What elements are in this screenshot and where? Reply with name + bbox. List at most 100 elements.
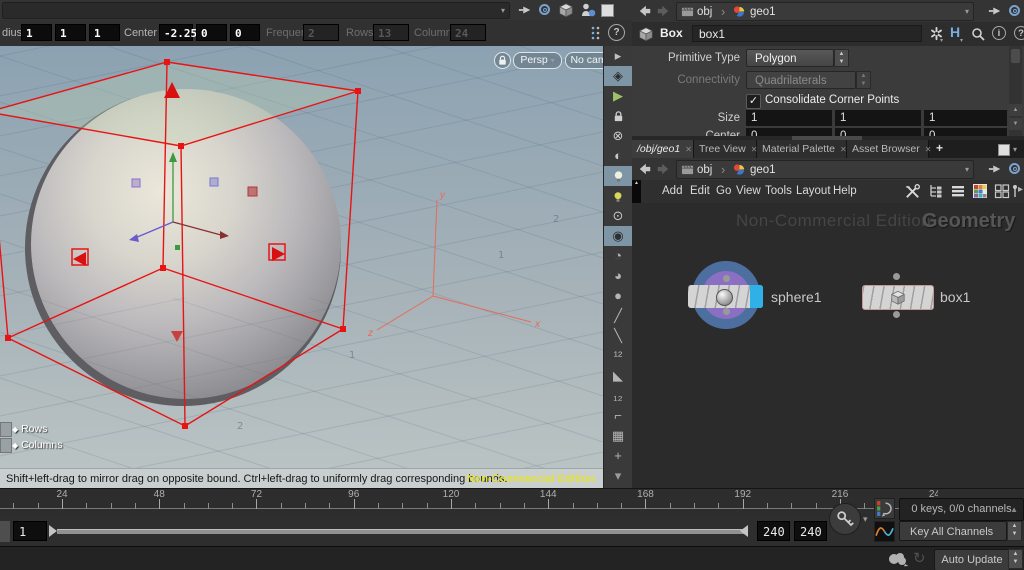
secure-selection-icon[interactable]: ▶ [604,86,632,106]
toolbar-overflow-icon[interactable]: ▸ [1018,184,1023,195]
display-options-icon[interactable]: ◔ [604,246,632,266]
info-icon[interactable]: i [992,26,1006,40]
center-y-field[interactable]: 0 [835,128,921,136]
pane-splitter-handle[interactable]: ▲ [632,180,641,203]
tree-list-icon[interactable] [928,183,944,199]
toolbar-expand-icon[interactable]: ▸ [604,46,632,66]
menu-layout[interactable]: Layout [796,180,831,203]
scrollbar-grip[interactable] [1011,49,1020,63]
close-icon[interactable]: ✕ [685,145,692,154]
list-view-icon[interactable] [950,183,966,199]
node-input-connector[interactable] [893,273,900,280]
radial-menu-icon[interactable] [1009,163,1020,174]
lock-camera-button[interactable] [494,52,511,69]
forward-arrow-icon[interactable] [656,162,670,176]
operation-combo[interactable]: ▾ [2,2,510,19]
node-output-connector[interactable] [893,311,900,318]
forward-arrow-icon[interactable] [656,4,670,18]
node-box1-label[interactable]: box1 [940,289,970,305]
lock-handle-icon[interactable] [604,106,632,126]
help-icon[interactable]: ? [608,24,625,41]
scroll-down-icon[interactable]: ▼ [1009,118,1022,130]
collapse-up-icon[interactable]: ▲ [1010,499,1018,520]
node-sphere1-label[interactable]: sphere1 [771,289,822,305]
key-mode-select[interactable]: Key All Channels [899,521,1007,541]
autokey-mode-icon[interactable] [874,498,895,519]
tab-material-palette[interactable]: Material Palette ✕ [757,140,847,158]
high-quality-lighting-icon[interactable]: ⊙ [604,206,632,226]
new-tab-button[interactable]: + [936,141,943,155]
select-spinner[interactable]: ▲ ▼ [1008,549,1023,569]
pin-icon[interactable] [518,3,532,17]
center-x-field[interactable]: -2.258 [159,24,204,41]
size-y-field[interactable]: 1 [835,110,921,126]
close-icon[interactable]: ✕ [840,145,847,154]
display-flag[interactable] [750,285,763,308]
menu-view[interactable]: View [736,180,761,203]
size-z-field[interactable]: 1 [924,110,1007,126]
primitive-numbers-icon[interactable]: ₁₂ [604,386,632,406]
tab-obj-geo1[interactable]: /obj/geo1 ✕ [632,140,694,158]
normal-lighting-icon[interactable] [604,186,632,206]
radial-menu-icon[interactable] [539,4,550,15]
headlight-icon[interactable] [604,166,632,186]
node-output-connector[interactable] [723,308,730,315]
center-z-field[interactable]: 0 [924,128,1007,136]
tools-icon[interactable] [904,183,921,200]
parameter-ladder-icon[interactable] [588,25,602,41]
character-tool-icon[interactable] [580,2,596,18]
path-node[interactable]: geo1 [750,162,776,178]
tab-tree-view[interactable]: Tree View ✕ [694,140,757,158]
pane-layout-icon[interactable] [998,144,1010,156]
chevron-down-icon[interactable]: ▾ [965,162,969,177]
menu-add[interactable]: Add [662,180,682,203]
node-name-field[interactable]: box1 [692,25,922,42]
channel-scope-icon[interactable] [874,521,895,542]
center-x-field[interactable]: 0 [746,128,832,136]
vertical-scrollbar[interactable]: ▲ ▼ [1009,46,1022,136]
node-sphere1[interactable] [688,285,763,308]
chevron-down-icon[interactable]: ▾ [1013,142,1017,157]
object-visibility-icon[interactable]: ◕ [604,266,632,286]
select-spinner[interactable]: ▲ ▼ [834,49,849,67]
radius-z-field[interactable]: 1 [89,24,120,41]
scene-viewport[interactable]: y x z 2 1 2 1 Persp ▾ No cam ◆ Rows ◆ Co… [0,46,603,488]
keys-summary-field[interactable]: 0 keys, 0/0 channels ▲ [899,498,1024,521]
close-icon[interactable]: ✕ [925,145,932,154]
node-input-connector[interactable] [723,275,730,282]
disable-lighting-icon[interactable]: ⊗ [604,126,632,146]
primitives-display-icon[interactable]: ◣ [604,366,632,386]
search-icon[interactable] [970,26,986,42]
houdini-logo-icon[interactable]: H [950,24,960,40]
path-node[interactable]: geo1 [750,4,776,20]
chevron-down-icon[interactable]: ▾ [965,4,969,19]
radius-y-field[interactable]: 1 [55,24,86,41]
network-editor[interactable]: Non-Commercial Edition Geometry sphere1 … [632,203,1024,488]
back-arrow-icon[interactable] [638,4,652,18]
frame-range-slider[interactable] [57,529,748,534]
tab-asset-browser[interactable]: Asset Browser ✕ [847,140,932,158]
primitive-type-select[interactable]: Polygon [746,49,834,67]
center-y-field[interactable]: 0 [196,24,227,41]
timeline-ruler[interactable]: 24487296120144168192216240 [0,488,1024,519]
refresh-icon[interactable]: ↻ [913,549,926,567]
pin-icon[interactable] [988,162,1002,176]
scroll-up-icon[interactable]: ▲ [1009,104,1022,116]
menu-edit[interactable]: Edit [690,180,710,203]
hull-display-icon[interactable]: ⌐ [604,406,632,426]
range-end-handle[interactable] [740,525,748,537]
select-spinner[interactable]: ▲ ▼ [1007,521,1022,541]
path-root[interactable]: obj [697,162,712,178]
path-root[interactable]: obj [697,4,712,20]
key-options-chevron-icon[interactable]: ▾ [863,512,868,527]
back-arrow-icon[interactable] [638,162,652,176]
radial-menu-icon[interactable] [1009,5,1020,16]
box-tool-icon[interactable] [558,2,574,18]
white-square-tool-icon[interactable] [601,4,614,17]
current-frame-field[interactable]: 1 [13,521,47,541]
menu-tools[interactable]: Tools [765,180,792,203]
color-palette-icon[interactable] [972,183,988,199]
consolidate-checkbox[interactable]: ✓ [746,94,761,109]
path-breadcrumb[interactable]: obj › geo1 ▾ [676,160,974,179]
path-breadcrumb[interactable]: obj › geo1 ▾ [676,2,974,21]
